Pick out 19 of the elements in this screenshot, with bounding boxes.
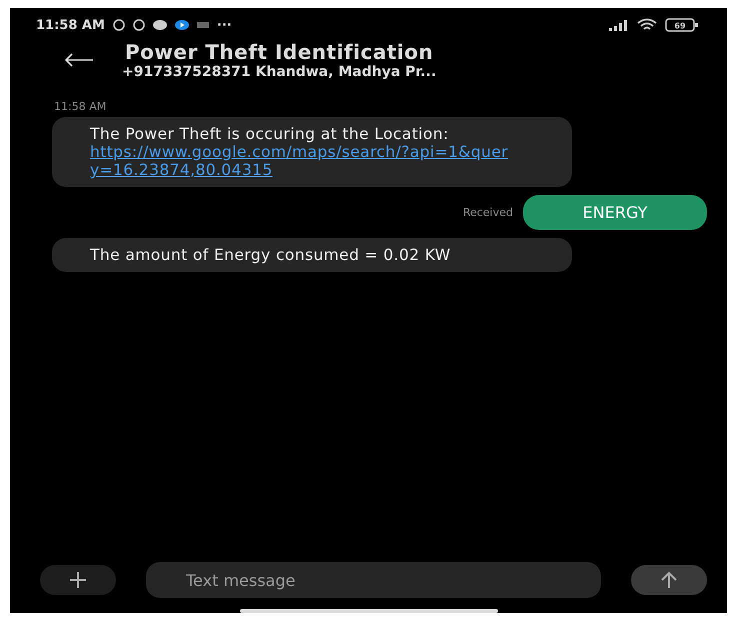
conversation-subtitle: +917337528371 Khandwa, Madhya Pr... xyxy=(122,64,436,80)
up-arrow-icon xyxy=(660,571,678,589)
wifi-icon xyxy=(637,18,657,32)
status-time: 11:58 AM xyxy=(36,18,105,32)
send-button[interactable] xyxy=(631,565,707,595)
plus-icon xyxy=(68,570,88,590)
signal-icon xyxy=(609,19,629,31)
message-timestamp: 11:58 AM xyxy=(54,100,108,113)
message-text: The amount of Energy consumed = 0.02 KW xyxy=(90,246,451,264)
conversation-title: Power Theft Identification xyxy=(125,40,434,64)
back-arrow-icon[interactable] xyxy=(64,53,94,67)
play-icon xyxy=(174,20,189,30)
delivery-status: Received xyxy=(462,206,513,219)
more-notifications: ··· xyxy=(216,18,232,32)
message-link[interactable]: https://www.google.com/maps/search/?api=1&query=16.23874,80.04315 xyxy=(90,143,512,179)
add-button[interactable] xyxy=(40,565,116,595)
message-bubble: ENERGY xyxy=(523,195,707,230)
message-text: The Power Theft is occuring at the Location: xyxy=(90,125,449,143)
message-input-field[interactable]: Text message xyxy=(146,562,601,598)
